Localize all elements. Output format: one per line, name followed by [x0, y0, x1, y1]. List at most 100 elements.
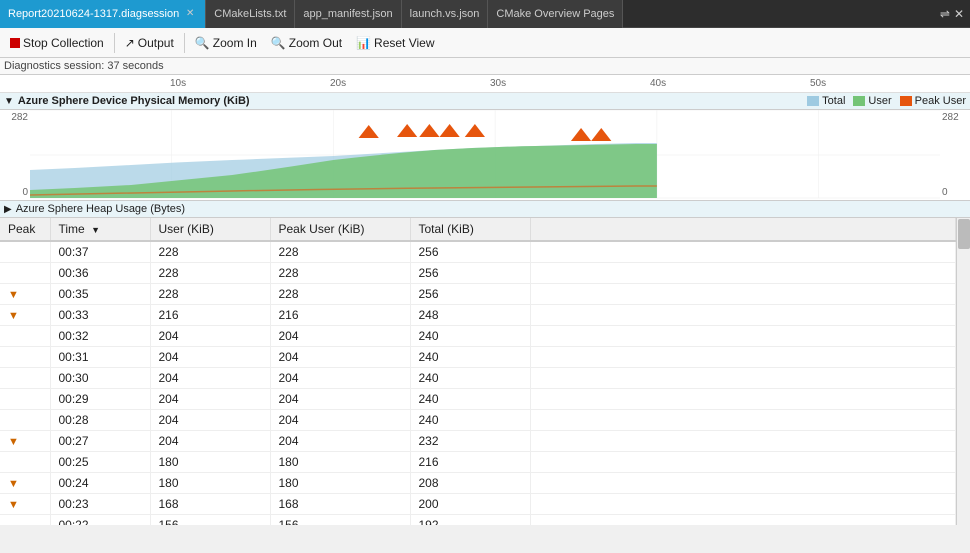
cell-peak: ▼	[0, 431, 50, 452]
cell-peak-user: 204	[270, 410, 410, 431]
peak-marker: ▼	[8, 499, 19, 511]
collapse-triangle[interactable]: ▼	[4, 96, 14, 107]
cell-peak-user: 204	[270, 431, 410, 452]
tab-label: launch.vs.json	[410, 8, 480, 20]
output-icon: ↗	[125, 36, 135, 50]
table-row[interactable]: 00:22156156192	[0, 515, 956, 526]
cell-empty	[530, 410, 956, 431]
col-total-label: Total (KiB)	[419, 222, 474, 236]
col-time[interactable]: Time ▼	[50, 218, 150, 241]
cell-empty	[530, 284, 956, 305]
cell-peak-user: 204	[270, 347, 410, 368]
cell-time: 00:30	[50, 368, 150, 389]
chart-plot[interactable]	[30, 110, 940, 200]
table-row[interactable]: ▼00:35228228256	[0, 284, 956, 305]
col-total[interactable]: Total (KiB)	[410, 218, 530, 241]
tab-cmake-pages[interactable]: CMake Overview Pages	[488, 0, 623, 28]
cell-peak	[0, 389, 50, 410]
y-min: 0	[2, 187, 28, 198]
tab-cmake[interactable]: CMakeLists.txt	[206, 0, 295, 28]
tab-launch[interactable]: launch.vs.json	[402, 0, 489, 28]
tab-manifest[interactable]: app_manifest.json	[295, 0, 401, 28]
expand-triangle[interactable]: ▶	[4, 204, 12, 215]
cell-user: 204	[150, 347, 270, 368]
zoom-out-button[interactable]: 🔍 Zoom Out	[265, 31, 348, 55]
tab-action-icon2[interactable]: ✕	[954, 7, 964, 21]
col-user[interactable]: User (KiB)	[150, 218, 270, 241]
cell-peak	[0, 241, 50, 263]
table-row[interactable]: 00:36228228256	[0, 263, 956, 284]
table-row[interactable]: ▼00:33216216248	[0, 305, 956, 326]
legend-user-dot	[853, 96, 865, 106]
cell-peak-user: 168	[270, 494, 410, 515]
stop-collection-button[interactable]: Stop Collection	[4, 31, 110, 55]
tab-report[interactable]: Report20210624-1317.diagsession ✕	[0, 0, 206, 28]
cell-peak-user: 216	[270, 305, 410, 326]
table-row[interactable]: ▼00:27204204232	[0, 431, 956, 452]
peak-marker: ▼	[8, 436, 19, 448]
scrollbar-track[interactable]	[956, 218, 970, 525]
chart-svg	[30, 110, 940, 200]
chart-container: 282 0	[0, 110, 970, 200]
cell-total: 240	[410, 347, 530, 368]
cell-user: 168	[150, 494, 270, 515]
chart-area: ▼ Azure Sphere Device Physical Memory (K…	[0, 93, 970, 201]
tick-10s: 10s	[170, 78, 186, 89]
tab-label: CMake Overview Pages	[496, 8, 614, 20]
cell-total: 240	[410, 368, 530, 389]
cell-time: 00:36	[50, 263, 150, 284]
table-row[interactable]: 00:25180180216	[0, 452, 956, 473]
legend-total-label: Total	[822, 95, 845, 107]
chart-title: Azure Sphere Device Physical Memory (KiB…	[18, 95, 250, 107]
cell-user: 204	[150, 389, 270, 410]
cell-total: 240	[410, 410, 530, 431]
col-peak-user[interactable]: Peak User (KiB)	[270, 218, 410, 241]
table-row[interactable]: 00:31204204240	[0, 347, 956, 368]
stop-icon	[10, 38, 20, 48]
table-row[interactable]: 00:29204204240	[0, 389, 956, 410]
cell-time: 00:25	[50, 452, 150, 473]
cell-user: 216	[150, 305, 270, 326]
tick-50s: 50s	[810, 78, 826, 89]
tab-close-report[interactable]: ✕	[183, 7, 197, 21]
table-row[interactable]: 00:30204204240	[0, 368, 956, 389]
table-row[interactable]: 00:37228228256	[0, 241, 956, 263]
cell-time: 00:29	[50, 389, 150, 410]
cell-user: 204	[150, 431, 270, 452]
cell-user: 204	[150, 368, 270, 389]
tab-action-icon1[interactable]: ⇌	[940, 7, 950, 21]
status-text: Diagnostics session: 37 seconds	[4, 60, 164, 72]
cell-user: 228	[150, 263, 270, 284]
stop-label: Stop Collection	[23, 36, 104, 50]
table-header: Peak Time ▼ User (KiB) Peak User (KiB)	[0, 218, 956, 241]
cell-total: 256	[410, 263, 530, 284]
cell-peak: ▼	[0, 494, 50, 515]
zoom-in-label: Zoom In	[213, 36, 257, 50]
cell-peak-user: 204	[270, 326, 410, 347]
scrollbar-thumb[interactable]	[958, 219, 970, 249]
cell-total: 208	[410, 473, 530, 494]
heap-section[interactable]: ▶ Azure Sphere Heap Usage (Bytes)	[0, 201, 970, 218]
legend-peak-user-dot	[900, 96, 912, 106]
table-row[interactable]: 00:32204204240	[0, 326, 956, 347]
col-peak[interactable]: Peak	[0, 218, 50, 241]
table-row[interactable]: ▼00:23168168200	[0, 494, 956, 515]
timeline-ruler: 10s 20s 30s 40s 50s	[0, 75, 970, 93]
reset-view-button[interactable]: 📊 Reset View	[350, 31, 440, 55]
cell-empty	[530, 515, 956, 526]
cell-peak: ▼	[0, 473, 50, 494]
table-area[interactable]: Peak Time ▼ User (KiB) Peak User (KiB)	[0, 218, 956, 525]
output-button[interactable]: ↗ Output	[119, 31, 180, 55]
legend-peak-user: Peak User	[900, 95, 966, 107]
cell-peak: ▼	[0, 305, 50, 326]
cell-total: 256	[410, 284, 530, 305]
sort-desc-icon: ▼	[91, 225, 100, 235]
legend-total: Total	[807, 95, 845, 107]
table-body: 00:3722822825600:36228228256▼00:35228228…	[0, 241, 956, 525]
zoom-in-button[interactable]: 🔍 Zoom In	[189, 31, 263, 55]
cell-empty	[530, 263, 956, 284]
peak-marker: ▼	[8, 478, 19, 490]
table-row[interactable]: 00:28204204240	[0, 410, 956, 431]
table-row[interactable]: ▼00:24180180208	[0, 473, 956, 494]
legend-user: User	[853, 95, 891, 107]
